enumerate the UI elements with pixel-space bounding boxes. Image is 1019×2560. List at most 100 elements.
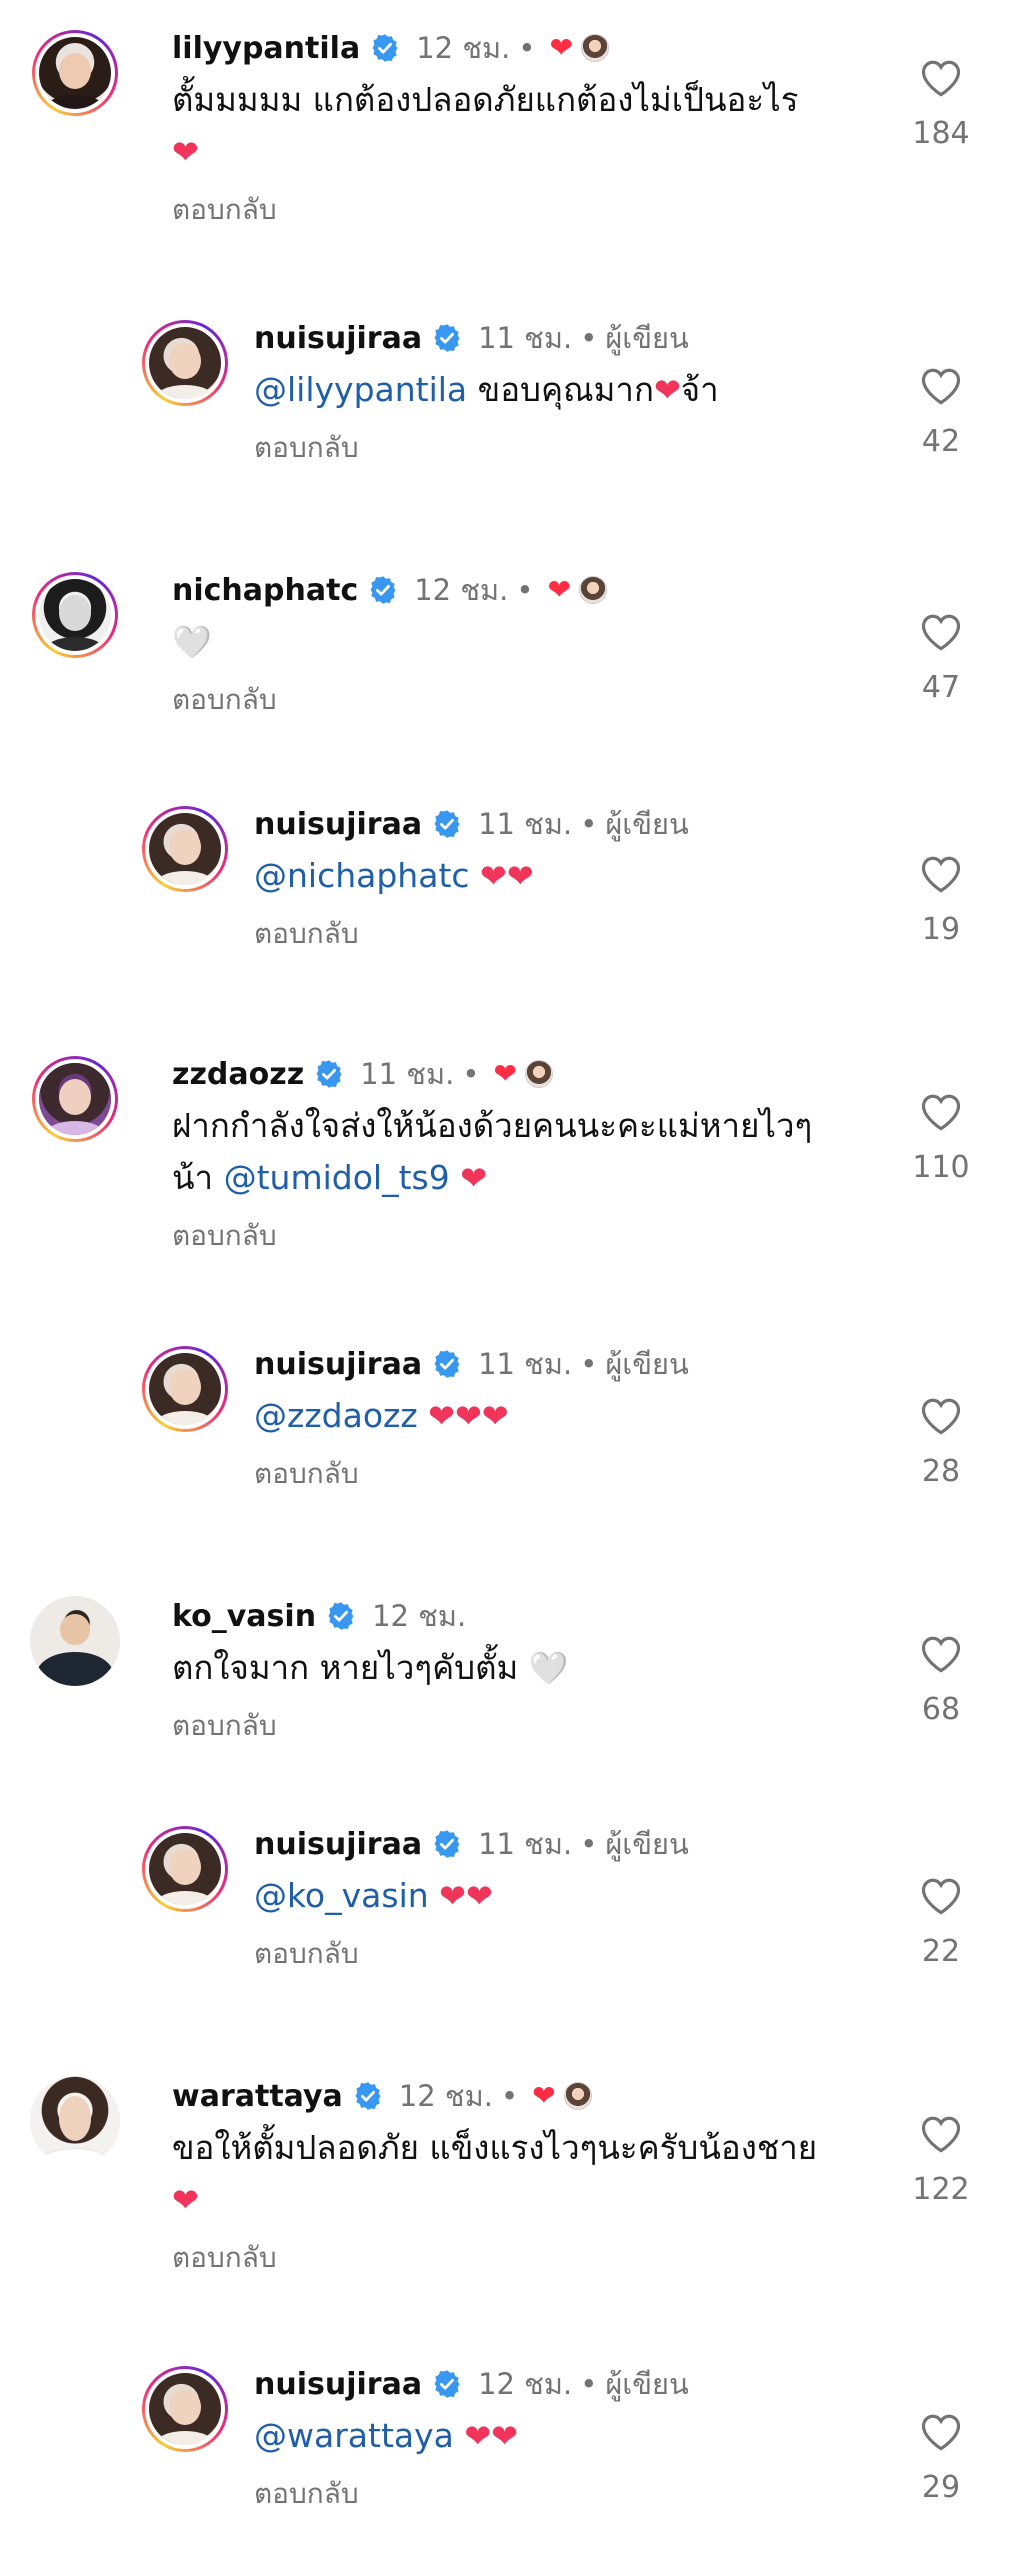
separator-dot: • — [518, 31, 536, 65]
reply-button[interactable]: ตอบกลับ — [172, 1214, 277, 1258]
mention-link[interactable]: @lilyypantila — [254, 370, 467, 409]
author-label: ผู้เขียน — [605, 807, 689, 841]
verified-badge-icon — [432, 2369, 462, 2399]
like-heart-icon[interactable] — [920, 2114, 962, 2158]
comment-text: @lilyypantila ขอบคุณมาก❤จ้า — [254, 370, 719, 409]
heart-icon: ❤ — [493, 1057, 517, 1090]
separator-dot: • — [580, 321, 598, 355]
comment-username[interactable]: nuisujiraa — [254, 807, 422, 842]
separator-dot: • — [580, 1347, 598, 1381]
comment-text: @ko_vasin ❤❤ — [254, 1870, 854, 1922]
heart-emoji: ❤❤ — [480, 857, 534, 895]
verified-badge-icon — [432, 809, 462, 839]
avatar[interactable] — [30, 2076, 120, 2166]
like-count: 22 — [921, 1934, 961, 1969]
reply-button[interactable]: ตอบกลับ — [254, 1452, 359, 1496]
avatar[interactable] — [32, 572, 118, 658]
author-mini-avatar — [578, 576, 607, 604]
like-heart-icon[interactable] — [920, 1876, 962, 1920]
comment-username[interactable]: nichaphatc — [172, 573, 358, 608]
comment-username[interactable]: nuisujiraa — [254, 321, 422, 356]
white-heart-emoji: 🤍 — [172, 623, 213, 662]
like-heart-icon[interactable] — [920, 1634, 962, 1678]
comment-username[interactable]: zzdaozz — [172, 1057, 304, 1092]
author-mini-avatar — [563, 2082, 592, 2110]
comment-time: 11 ชม. — [360, 1057, 455, 1091]
reply-button[interactable]: ตอบกลับ — [172, 188, 277, 232]
comment-text: @zzdaozz ❤❤❤ — [254, 1390, 854, 1442]
reply-button[interactable]: ตอบกลับ — [172, 2236, 277, 2280]
separator-dot: • — [580, 1827, 598, 1861]
reply-button[interactable]: ตอบกลับ — [172, 1704, 277, 1748]
like-count: 29 — [921, 2470, 961, 2505]
separator-dot: • — [580, 807, 598, 841]
comment-text: @nichaphatc ❤❤ — [254, 850, 854, 902]
mention-link[interactable]: @nichaphatc — [254, 856, 470, 895]
separator-dot: • — [462, 1057, 480, 1091]
reply-button[interactable]: ตอบกลับ — [172, 678, 277, 722]
mention-link[interactable]: @zzdaozz — [254, 1396, 418, 1435]
white-heart-emoji: 🤍 — [528, 1649, 569, 1688]
author-label: ผู้เขียน — [605, 2367, 689, 2401]
liked-by-author-indicator: ❤ — [547, 573, 607, 606]
comment-time: 12 ชม. — [414, 573, 509, 607]
like-heart-icon[interactable] — [920, 1396, 962, 1440]
avatar[interactable] — [142, 806, 228, 892]
comment-text: ตั้มมมมม แกต้องปลอดภัยแกต้องไม่เป็นอะไร❤ — [172, 80, 799, 171]
avatar[interactable] — [30, 1596, 120, 1686]
comment-time: 12 ชม. — [372, 1599, 467, 1633]
mention-link[interactable]: @tumidol_ts9 — [224, 1158, 450, 1197]
avatar[interactable] — [142, 320, 228, 406]
avatar[interactable] — [142, 1346, 228, 1432]
like-heart-icon[interactable] — [920, 612, 962, 656]
avatar[interactable] — [32, 30, 118, 116]
like-heart-icon[interactable] — [920, 58, 962, 102]
author-label: ผู้เขียน — [605, 1347, 689, 1381]
reply-button[interactable]: ตอบกลับ — [254, 1932, 359, 1976]
comment-username[interactable]: nuisujiraa — [254, 1347, 422, 1382]
like-count: 122 — [912, 2172, 970, 2207]
avatar[interactable] — [142, 2366, 228, 2452]
heart-emoji: ❤ — [653, 371, 681, 409]
liked-by-author-indicator: ❤ — [549, 34, 609, 62]
like-heart-icon[interactable] — [920, 1092, 962, 1136]
reply-button[interactable]: ตอบกลับ — [254, 426, 359, 470]
like-heart-icon[interactable] — [920, 854, 962, 898]
like-count: 184 — [912, 116, 970, 151]
comment-text: @warattaya ❤❤ — [254, 2410, 854, 2462]
comment-username[interactable]: lilyypantila — [172, 31, 360, 66]
comment-time: 11 ชม. — [478, 321, 573, 355]
verified-badge-icon — [370, 33, 400, 63]
comment-text: 🤍 — [172, 616, 822, 668]
heart-emoji: ❤❤❤ — [428, 1397, 509, 1435]
comment-time: 12 ชม. — [398, 2079, 493, 2113]
verified-badge-icon — [368, 575, 398, 605]
like-heart-icon[interactable] — [920, 366, 962, 410]
reply-button[interactable]: ตอบกลับ — [254, 2472, 359, 2516]
separator-dot: • — [580, 2367, 598, 2401]
comment-text: ขอให้ตั้มปลอดภัย แข็งแรงไวๆนะครับน้องชาย… — [172, 2128, 818, 2219]
comment-username[interactable]: nuisujiraa — [254, 1827, 422, 1862]
avatar[interactable] — [32, 1056, 118, 1142]
verified-badge-icon — [353, 2081, 383, 2111]
comment-text: ตกใจมาก หายไวๆคับตั้ม 🤍 — [172, 1648, 569, 1688]
mention-link[interactable]: @warattaya — [254, 2416, 454, 2455]
like-count: 19 — [921, 912, 961, 947]
mention-link[interactable]: @ko_vasin — [254, 1876, 429, 1915]
author-label: ผู้เขียน — [605, 321, 689, 355]
verified-badge-icon — [432, 1349, 462, 1379]
like-count: 68 — [921, 1692, 961, 1727]
like-count: 110 — [912, 1150, 970, 1185]
comment-username[interactable]: warattaya — [172, 2079, 343, 2114]
avatar[interactable] — [142, 1826, 228, 1912]
comment-username[interactable]: nuisujiraa — [254, 2367, 422, 2402]
comment-username[interactable]: ko_vasin — [172, 1599, 316, 1634]
heart-icon: ❤ — [547, 573, 571, 606]
comment-text: ฝากกำลังใจส่งให้น้องด้วยคนนะคะแม่หายไวๆน… — [172, 1106, 813, 1197]
verified-badge-icon — [432, 1829, 462, 1859]
heart-emoji: ❤ — [172, 133, 199, 171]
comment-time: 12 ชม. — [416, 31, 511, 65]
reply-button[interactable]: ตอบกลับ — [254, 912, 359, 956]
author-mini-avatar — [524, 1060, 553, 1088]
like-heart-icon[interactable] — [920, 2412, 962, 2456]
